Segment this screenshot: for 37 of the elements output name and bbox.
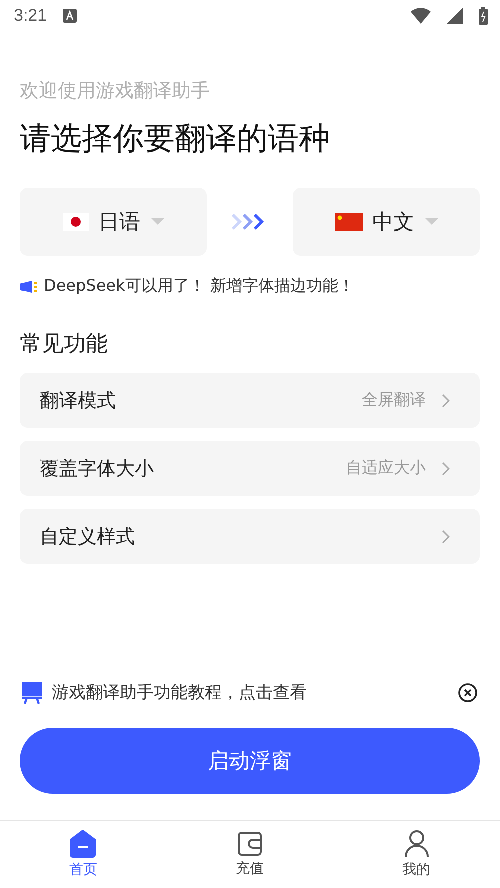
nav-tab[interactable]: 我的 — [333, 821, 500, 888]
source-language-selector[interactable]: 日语 — [20, 188, 207, 256]
nav-tab[interactable]: 充值 — [166, 821, 334, 888]
settings-row[interactable]: 覆盖字体大小 自适应大小 — [20, 441, 480, 496]
wifi-icon — [411, 8, 431, 24]
megaphone-icon — [20, 280, 38, 294]
row-label: 覆盖字体大小 — [40, 456, 155, 482]
tutorial-link[interactable]: 游戏翻译助手功能教程，点击查看 — [52, 681, 448, 704]
announcement-text: DeepSeek可以用了！ 新增字体描边功能！ — [44, 276, 354, 297]
settings-row[interactable]: 自定义样式 — [20, 509, 480, 564]
home-icon — [69, 830, 98, 858]
battery-icon — [479, 7, 488, 25]
caret-icon — [150, 218, 164, 226]
target-language-selector[interactable]: 中文 — [293, 188, 480, 256]
settings-row[interactable]: 翻译模式 全屏翻译 — [20, 373, 480, 428]
nav-tab[interactable]: 首页 — [0, 821, 167, 888]
status-time: 3:21 — [14, 6, 48, 26]
wallet-icon — [237, 831, 263, 857]
chevron-icon — [442, 394, 450, 408]
row-label: 翻译模式 — [40, 388, 117, 414]
flag-icon — [62, 213, 88, 231]
page-title: 请选择你要翻译的语种 — [20, 120, 331, 159]
chevron-icon — [442, 530, 450, 544]
signal-icon — [447, 8, 463, 24]
caret-icon — [424, 218, 438, 226]
chevron-icon — [442, 462, 450, 476]
start-button[interactable]: 启动浮窗 — [20, 728, 480, 794]
presentation-icon — [22, 682, 42, 704]
row-label: 自定义样式 — [40, 524, 136, 550]
row-value: 全屏翻译 — [362, 390, 426, 411]
close-icon[interactable] — [458, 682, 478, 702]
welcome-text: 欢迎使用游戏翻译助手 — [20, 79, 211, 104]
section-title: 常见功能 — [20, 331, 109, 359]
row-value: 自适应大小 — [346, 458, 426, 479]
flag-icon — [334, 213, 362, 231]
notification-icon — [63, 9, 78, 23]
user-icon — [404, 830, 430, 858]
